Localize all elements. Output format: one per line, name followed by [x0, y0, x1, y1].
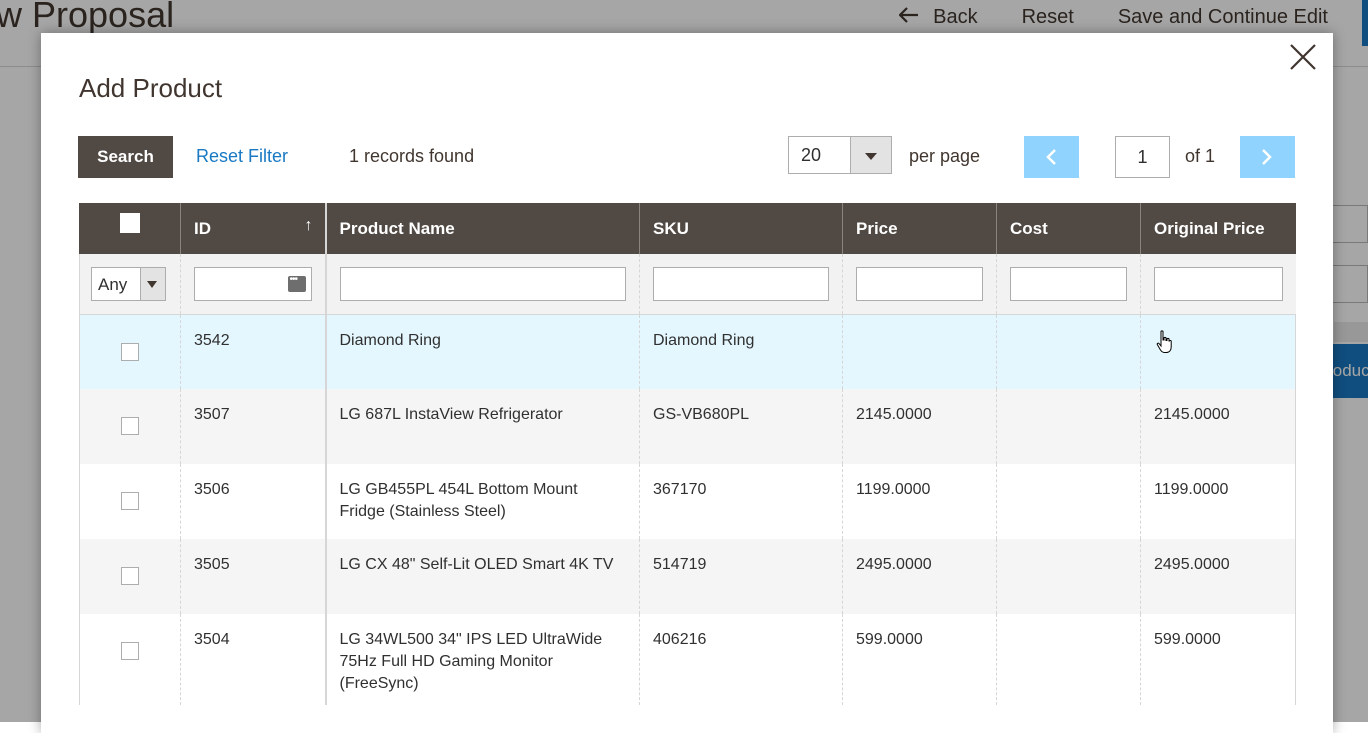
sort-ascending-icon: ↑ — [304, 217, 313, 234]
next-page-button[interactable] — [1240, 136, 1295, 178]
filter-price-cell — [842, 254, 997, 315]
grid-header-row: ID ↑ Product Name SKU Price Cost Origina… — [79, 203, 1296, 254]
filter-original-price-input[interactable] — [1154, 266, 1283, 301]
cell-sku: 514719 — [639, 539, 843, 614]
column-header-id[interactable]: ID ↑ — [180, 203, 327, 254]
row-checkbox[interactable] — [121, 342, 139, 361]
modal-title: Add Product — [79, 73, 223, 103]
filter-select-cell: Any — [79, 254, 181, 315]
reset-filter-link[interactable]: Reset Filter — [196, 146, 288, 167]
cell-id: 3505 — [180, 539, 327, 614]
per-page-label: per page — [909, 146, 981, 166]
column-header-original-price[interactable]: Original Price — [1140, 203, 1296, 254]
cell-cost — [996, 314, 1141, 389]
cell-cost — [996, 389, 1141, 464]
grid-toolbar: Search Reset Filter 1 records found 20 p… — [78, 136, 1295, 178]
cell-id: 3542 — [180, 314, 327, 389]
cell-product-name: Diamond Ring — [325, 314, 640, 389]
cell-product-name: LG 34WL500 34" IPS LED UltraWide 75Hz Fu… — [325, 614, 640, 705]
chevron-right-icon — [1262, 149, 1272, 165]
cell-original-price: 599.0000 — [1140, 614, 1296, 705]
cell-original-price: 2495.0000 — [1140, 539, 1296, 614]
range-options-icon[interactable] — [287, 274, 306, 292]
filter-name-cell — [325, 254, 640, 315]
cell-sku: Diamond Ring — [639, 314, 843, 389]
cell-product-name: LG GB455PL 454L Bottom Mount Fridge (Sta… — [325, 464, 640, 539]
cell-cost — [996, 614, 1141, 705]
cell-cost — [996, 539, 1141, 614]
grid-filter-row: Any — [79, 254, 1296, 315]
column-header-product-name[interactable]: Product Name — [325, 203, 640, 254]
filter-sku-input[interactable] — [653, 266, 829, 301]
chevron-down-icon[interactable] — [140, 267, 165, 300]
row-checkbox[interactable] — [121, 417, 139, 435]
total-pages: of 1 — [1185, 146, 1216, 166]
cell-sku: GS-VB680PL — [639, 389, 843, 464]
cell-original-price: 1199.0000 — [1140, 464, 1296, 539]
per-page-select[interactable]: 20 — [788, 136, 892, 174]
column-header-cost[interactable]: Cost — [996, 203, 1141, 254]
table-row[interactable]: 3506 LG GB455PL 454L Bottom Mount Fridge… — [79, 464, 1296, 539]
filter-selected-select[interactable]: Any — [91, 266, 166, 301]
filter-cost-cell — [996, 254, 1141, 315]
row-checkbox[interactable] — [121, 567, 139, 585]
per-page-value: 20 — [801, 145, 822, 165]
cell-price: 1199.0000 — [842, 464, 997, 539]
current-page-input[interactable] — [1115, 136, 1170, 178]
products-grid: ID ↑ Product Name SKU Price Cost Origina… — [79, 203, 1296, 705]
row-checkbox[interactable] — [121, 642, 139, 660]
table-row[interactable]: 3507 LG 687L InstaView Refrigerator GS-V… — [79, 389, 1296, 464]
chevron-left-icon — [1046, 149, 1056, 165]
table-row[interactable]: 3505 LG CX 48" Self-Lit OLED Smart 4K TV… — [79, 539, 1296, 614]
table-row[interactable]: 3504 LG 34WL500 34" IPS LED UltraWide 75… — [79, 614, 1296, 705]
filter-sku-cell — [639, 254, 843, 315]
filter-name-input[interactable] — [339, 266, 626, 301]
cell-price: 599.0000 — [842, 614, 997, 705]
cell-price: 2145.0000 — [842, 389, 997, 464]
search-button[interactable]: Search — [78, 136, 173, 178]
records-found: 1 records found — [349, 146, 475, 166]
cell-cost — [996, 464, 1141, 539]
cell-id: 3504 — [180, 614, 327, 705]
column-header-sku[interactable]: SKU — [639, 203, 843, 254]
cell-id: 3507 — [180, 389, 327, 464]
filter-price-input[interactable] — [856, 266, 983, 301]
row-checkbox[interactable] — [121, 492, 139, 510]
cell-sku: 406216 — [639, 614, 843, 705]
cell-product-name: LG CX 48" Self-Lit OLED Smart 4K TV — [325, 539, 640, 614]
add-product-modal: Add Product Search Reset Filter 1 record… — [41, 33, 1333, 733]
pointer-cursor-icon — [1156, 330, 1172, 353]
cell-sku: 367170 — [639, 464, 843, 539]
previous-page-button[interactable] — [1024, 136, 1079, 178]
select-all-checkbox[interactable] — [120, 213, 140, 233]
filter-cost-input[interactable] — [1010, 266, 1127, 301]
cell-original-price: 2145.0000 — [1140, 389, 1296, 464]
cell-product-name: LG 687L InstaView Refrigerator — [325, 389, 640, 464]
chevron-down-icon[interactable] — [850, 137, 891, 173]
select-all-header[interactable] — [79, 203, 181, 254]
table-row[interactable]: 3542 Diamond Ring Diamond Ring — [79, 314, 1296, 389]
cell-id: 3506 — [180, 464, 327, 539]
cell-price — [842, 314, 997, 389]
filter-original-price-cell — [1140, 254, 1296, 315]
cell-price: 2495.0000 — [842, 539, 997, 614]
column-header-price[interactable]: Price — [842, 203, 997, 254]
filter-id-cell — [180, 254, 327, 315]
close-icon[interactable] — [1287, 41, 1319, 73]
